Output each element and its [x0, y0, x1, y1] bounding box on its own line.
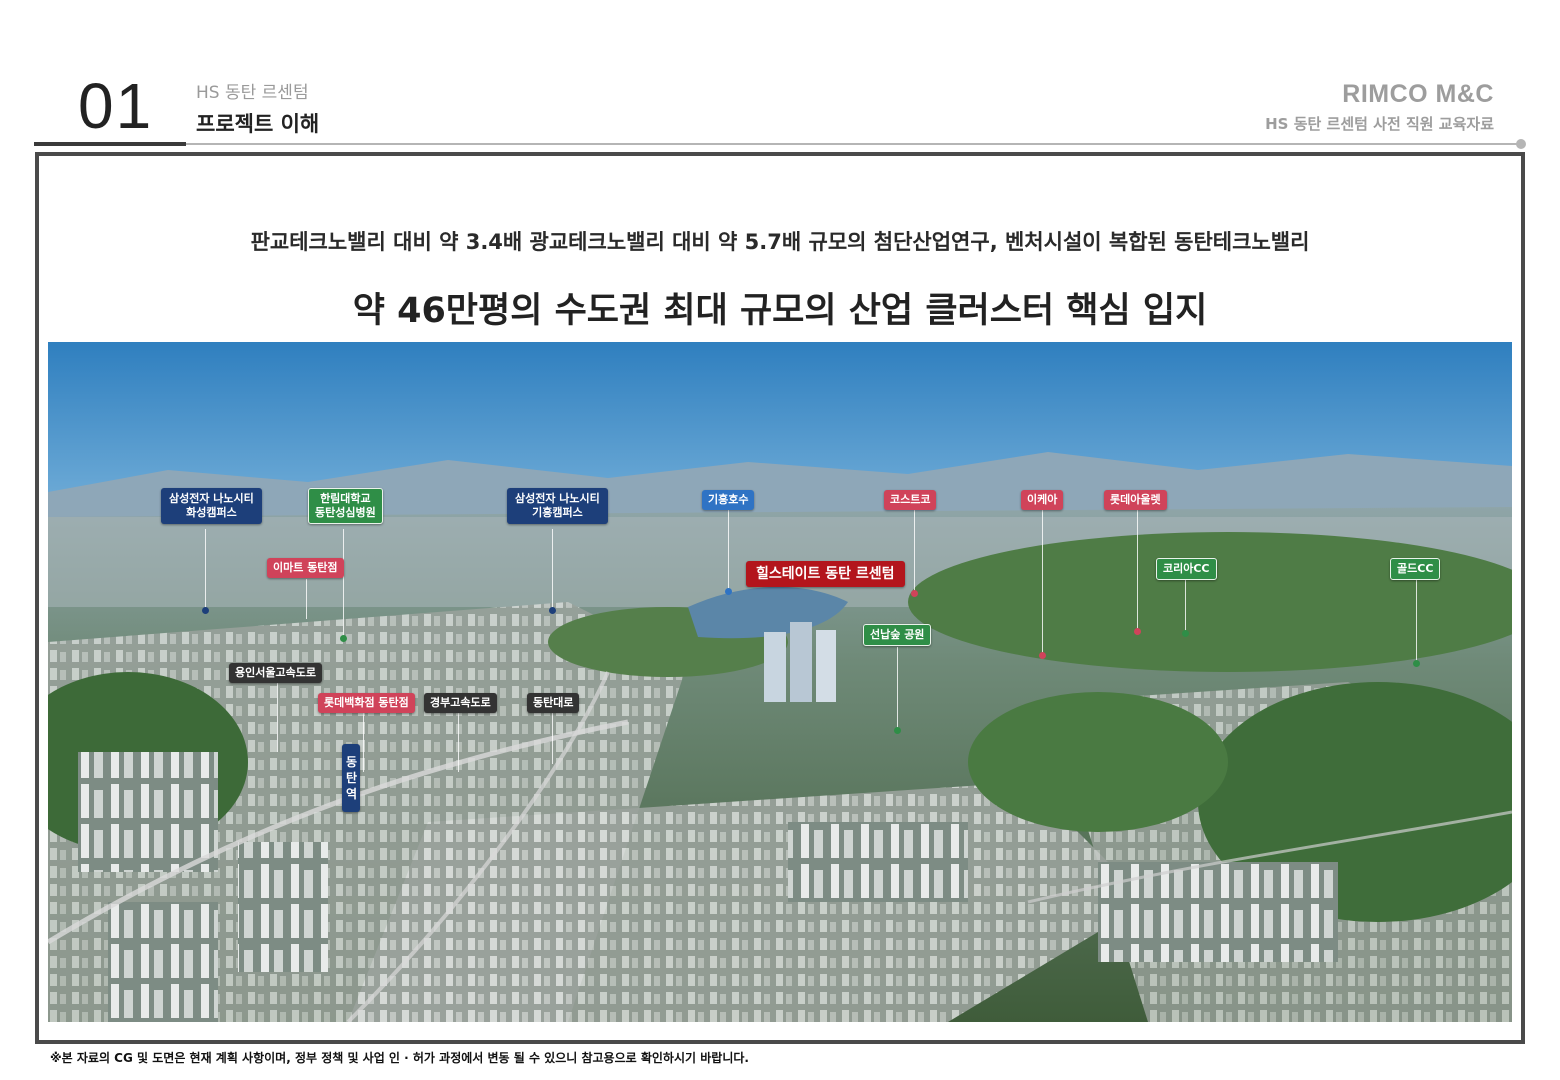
pin-line: [363, 712, 364, 772]
map-label-line: 한림대학교: [320, 492, 371, 505]
map-label-yongin-highway: 용인서울고속도로: [229, 663, 322, 683]
map-label-hallym: 한림대학교 동탄성심병원: [308, 488, 383, 524]
map-label-line: 삼성전자 나노시티: [169, 492, 254, 505]
map-label-ikea: 이케아: [1021, 490, 1064, 510]
pin-dot: [1134, 628, 1141, 635]
pin-line: [1185, 578, 1186, 632]
map-label-lotte-outlet: 롯데아울렛: [1104, 490, 1167, 510]
pin-dot: [1413, 660, 1420, 667]
pin-dot: [549, 607, 556, 614]
map-label-line: 삼성전자 나노시티: [515, 492, 600, 505]
brand-name: RIMCO M&C: [1342, 80, 1494, 108]
pin-line: [458, 712, 459, 772]
content-frame: 판교테크노밸리 대비 약 3.4배 광교테크노밸리 대비 약 5.7배 규모의 …: [35, 152, 1525, 1044]
aerial-map-image: 삼성전자 나노시티 화성캠퍼스 한림대학교 동탄성심병원 삼성전자 나노시티 기…: [48, 342, 1512, 1022]
map-label-lotte-dept: 롯데백화점 동탄점: [318, 693, 415, 713]
map-label-costco: 코스트코: [884, 490, 937, 510]
section-number: 01: [78, 70, 154, 142]
map-label-line: 화성캠퍼스: [186, 506, 237, 519]
map-label-dongtan-station: 동탄역: [342, 744, 360, 812]
headline-primary: 약 46만평의 수도권 최대 규모의 산업 클러스터 핵심 입지: [352, 291, 1208, 331]
map-label-project: 힐스테이트 동탄 르센텀: [746, 561, 905, 587]
section-subtitle: HS 동탄 르센텀: [196, 83, 309, 103]
pin-line: [1137, 510, 1138, 630]
section-title: 프로젝트 이해: [196, 112, 320, 136]
pin-line: [897, 647, 898, 729]
pin-line: [205, 529, 206, 609]
map-label-korea-cc: 코리아CC: [1156, 558, 1217, 580]
map-label-seonnamsup-park: 선납숲 공원: [863, 624, 932, 646]
map-label-samsung-hwaseong: 삼성전자 나노시티 화성캠퍼스: [161, 488, 262, 524]
pin-dot: [1182, 630, 1189, 637]
map-label-line: 기흥캠퍼스: [532, 506, 583, 519]
headline-secondary: 판교테크노밸리 대비 약 3.4배 광교테크노밸리 대비 약 5.7배 규모의 …: [250, 230, 1310, 254]
pin-line: [306, 579, 307, 619]
pin-line: [728, 510, 729, 590]
brand-subtitle: HS 동탄 르센텀 사전 직원 교육자료: [1265, 115, 1494, 133]
pin-dot: [725, 588, 732, 595]
pin-line: [914, 510, 915, 592]
pin-dot: [894, 727, 901, 734]
pin-line: [552, 529, 553, 609]
pin-line: [552, 712, 553, 764]
pin-line: [1042, 510, 1043, 654]
map-label-emart: 이마트 동탄점: [267, 558, 344, 578]
map-label-line: 동탄성심병원: [315, 506, 376, 519]
pin-dot: [340, 635, 347, 642]
map-label-samsung-giheung: 삼성전자 나노시티 기흥캠퍼스: [507, 488, 608, 524]
header-divider-accent: [34, 142, 186, 146]
pin-dot: [202, 607, 209, 614]
header-divider: [34, 143, 1520, 145]
pin-line: [343, 529, 344, 637]
header-divider-dot: [1516, 139, 1526, 149]
map-label-gyeongbu-highway: 경부고속도로: [424, 693, 497, 713]
map-label-giheung-lake: 기흥호수: [702, 490, 755, 510]
pin-line: [1416, 578, 1417, 662]
map-label-dongtan-daero: 동탄대로: [527, 693, 580, 713]
map-label-gold-cc: 골드CC: [1390, 558, 1441, 580]
pin-dot: [911, 590, 918, 597]
pin-line: [277, 682, 278, 752]
pin-dot: [1039, 652, 1046, 659]
footnote-disclaimer: ※본 자료의 CG 및 도면은 현재 계획 사항이며, 정부 정책 및 사업 인…: [50, 1051, 749, 1065]
